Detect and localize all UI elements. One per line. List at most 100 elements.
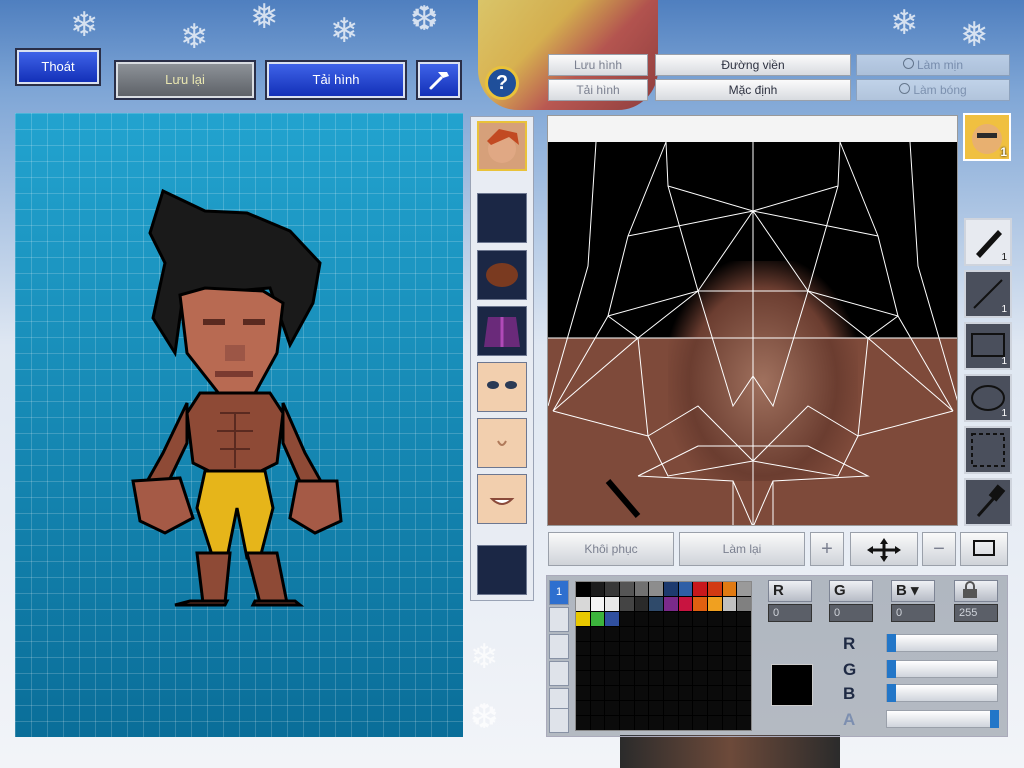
palette-color-cell[interactable] (737, 626, 751, 641)
save-image-tab[interactable]: Lưu hình (548, 54, 648, 76)
part-slot-eyes[interactable] (477, 362, 527, 412)
default-tab[interactable]: Mặc định (655, 79, 851, 101)
palette-color-cell[interactable] (649, 626, 663, 641)
palette-color-cell[interactable] (649, 641, 663, 656)
palette-color-cell[interactable] (576, 611, 590, 626)
part-slot-outfit[interactable] (477, 306, 527, 356)
palette-color-cell[interactable] (576, 582, 590, 596)
palette-color-cell[interactable] (693, 686, 707, 701)
palette-color-cell[interactable] (708, 716, 722, 730)
palette-color-cell[interactable] (634, 596, 649, 611)
hammer-tool-button[interactable] (416, 60, 462, 100)
shine-option[interactable]: Làm bóng (856, 79, 1010, 101)
r-value-field[interactable]: 0 (768, 604, 812, 622)
palette-color-cell[interactable] (664, 716, 678, 730)
palette-color-cell[interactable] (722, 582, 737, 596)
palette-color-cell[interactable] (722, 671, 737, 686)
palette-color-cell[interactable] (678, 701, 693, 716)
palette-color-cell[interactable] (620, 701, 634, 716)
palette-color-cell[interactable] (605, 671, 619, 686)
load-image-tab[interactable]: Tải hình (548, 79, 648, 101)
zoom-out-button[interactable]: − (922, 532, 956, 566)
palette-color-cell[interactable] (605, 582, 619, 596)
palette-color-cell[interactable] (737, 611, 751, 626)
palette-color-cell[interactable] (605, 716, 619, 730)
palette-color-cell[interactable] (590, 611, 605, 626)
palette-color-cell[interactable] (678, 656, 693, 671)
a-slider-knob[interactable] (990, 710, 999, 728)
palette-color-cell[interactable] (634, 701, 649, 716)
exit-button[interactable]: Thoát (15, 48, 101, 86)
palette-color-cell[interactable] (576, 596, 590, 611)
b-slider-knob[interactable] (887, 684, 896, 702)
palette-color-cell[interactable] (634, 582, 649, 596)
palette-color-cell[interactable] (737, 656, 751, 671)
palette-color-cell[interactable] (605, 656, 619, 671)
palette-color-cell[interactable] (722, 611, 737, 626)
palette-color-cell[interactable] (678, 641, 693, 656)
restore-button[interactable]: Khôi phục (548, 532, 674, 566)
palette-color-cell[interactable] (649, 656, 663, 671)
save-button[interactable]: Lưu lại (114, 60, 256, 100)
rectangle-tool[interactable]: 1 (964, 322, 1012, 370)
palette-color-cell[interactable] (664, 596, 678, 611)
eyedropper-tool[interactable] (964, 478, 1012, 526)
palette-color-cell[interactable] (708, 686, 722, 701)
palette-color-cell[interactable] (693, 582, 707, 596)
palette-color-cell[interactable] (634, 611, 649, 626)
palette-color-cell[interactable] (708, 656, 722, 671)
palette-color-cell[interactable] (576, 716, 590, 730)
palette-color-cell[interactable] (722, 596, 737, 611)
palette-color-cell[interactable] (678, 611, 693, 626)
r-slider[interactable] (886, 634, 998, 652)
palette-color-cell[interactable] (737, 716, 751, 730)
palette-color-cell[interactable] (737, 671, 751, 686)
palette-color-cell[interactable] (708, 701, 722, 716)
palette-color-cell[interactable] (737, 701, 751, 716)
palette-color-cell[interactable] (664, 641, 678, 656)
palette-color-cell[interactable] (649, 671, 663, 686)
b-value-field[interactable]: 0 (891, 604, 935, 622)
palette-color-cell[interactable] (722, 656, 737, 671)
palette-color-cell[interactable] (722, 686, 737, 701)
palette-color-cell[interactable] (590, 671, 605, 686)
palette-color-cell[interactable] (590, 582, 605, 596)
palette-color-cell[interactable] (678, 582, 693, 596)
palette-color-cell[interactable] (722, 641, 737, 656)
palette-color-cell[interactable] (722, 701, 737, 716)
palette-color-cell[interactable] (576, 701, 590, 716)
g-value-field[interactable]: 0 (829, 604, 873, 622)
palette-color-cell[interactable] (722, 626, 737, 641)
palette-color-cell[interactable] (678, 596, 693, 611)
palette-tab-3[interactable] (549, 634, 569, 659)
palette-color-cell[interactable] (722, 716, 737, 730)
palette-color-cell[interactable] (590, 716, 605, 730)
a-slider[interactable] (886, 710, 999, 728)
palette-color-cell[interactable] (649, 686, 663, 701)
g-slider[interactable] (886, 660, 998, 678)
face-texture-editor[interactable] (547, 115, 958, 526)
palette-color-cell[interactable] (708, 626, 722, 641)
palette-tab-1[interactable]: 1 (549, 580, 569, 605)
pen-tool[interactable]: 1 (964, 218, 1012, 266)
palette-tab-2[interactable] (549, 607, 569, 632)
palette-color-cell[interactable] (664, 671, 678, 686)
palette-color-cell[interactable] (737, 686, 751, 701)
palette-color-cell[interactable] (605, 701, 619, 716)
palette-color-cell[interactable] (620, 716, 634, 730)
part-slot-nose[interactable] (477, 418, 527, 468)
palette-color-cell[interactable] (590, 686, 605, 701)
window-button[interactable] (960, 532, 1008, 566)
palette-color-cell[interactable] (678, 686, 693, 701)
palette-color-cell[interactable] (737, 582, 751, 596)
palette-color-cell[interactable] (708, 596, 722, 611)
palette-color-cell[interactable] (590, 701, 605, 716)
palette-color-cell[interactable] (620, 582, 634, 596)
palette-color-cell[interactable] (620, 596, 634, 611)
palette-color-cell[interactable] (649, 611, 663, 626)
palette-color-cell[interactable] (664, 582, 678, 596)
palette-color-cell[interactable] (678, 671, 693, 686)
palette-color-cell[interactable] (664, 701, 678, 716)
smooth-option[interactable]: Làm mịn (856, 54, 1010, 76)
palette-color-cell[interactable] (634, 641, 649, 656)
